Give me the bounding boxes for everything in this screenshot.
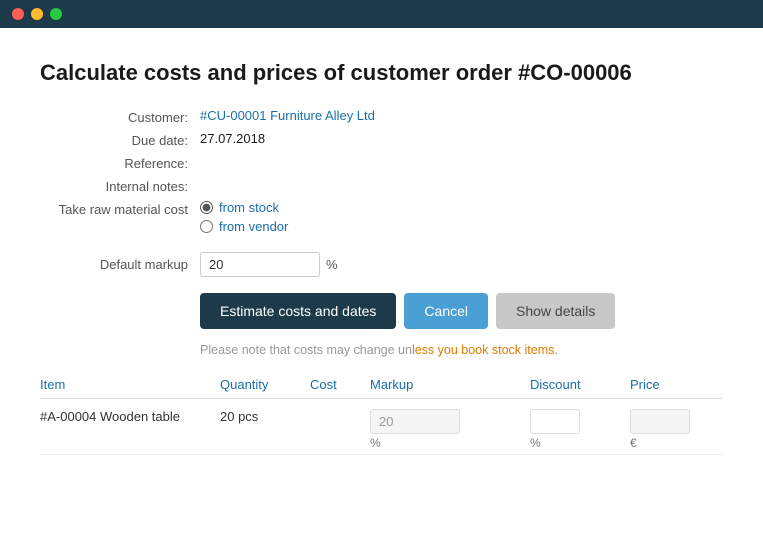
radio-stock-input[interactable]: [200, 201, 213, 214]
due-date-label: Due date:: [40, 131, 200, 148]
reference-label: Reference:: [40, 154, 200, 171]
main-content: Calculate costs and prices of customer o…: [0, 28, 763, 548]
item-price-col: €: [630, 409, 710, 450]
cancel-button[interactable]: Cancel: [404, 293, 488, 329]
notice-text: Please note that costs may change unless…: [200, 343, 723, 357]
titlebar: [0, 0, 763, 28]
item-price-unit: €: [630, 436, 710, 450]
customer-label: Customer:: [40, 108, 200, 125]
customer-row: Customer: #CU-00001 Furniture Alley Ltd: [40, 108, 723, 125]
radio-stock-label: from stock: [219, 200, 279, 215]
minimize-button[interactable]: [31, 8, 43, 20]
internal-notes-row: Internal notes:: [40, 177, 723, 194]
table-header: Item Quantity Cost Markup Discount Price: [40, 377, 723, 399]
markup-label: Default markup: [40, 257, 200, 272]
radio-group: from stock from vendor: [200, 200, 288, 234]
due-date-row: Due date: 27.07.2018: [40, 131, 723, 148]
col-cost-header: Cost: [310, 377, 370, 392]
markup-row: Default markup %: [40, 252, 723, 277]
estimate-button[interactable]: Estimate costs and dates: [200, 293, 396, 329]
maximize-button[interactable]: [50, 8, 62, 20]
reference-row: Reference:: [40, 154, 723, 171]
item-discount-input[interactable]: [530, 409, 580, 434]
internal-notes-label: Internal notes:: [40, 177, 200, 194]
markup-input[interactable]: [200, 252, 320, 277]
item-discount-unit: %: [530, 436, 630, 450]
radio-vendor-input[interactable]: [200, 220, 213, 233]
item-name: #A-00004 Wooden table: [40, 409, 220, 424]
show-details-button[interactable]: Show details: [496, 293, 615, 329]
due-date-value: 27.07.2018: [200, 131, 265, 146]
col-discount-header: Discount: [530, 377, 630, 392]
item-price-input[interactable]: [630, 409, 690, 434]
col-qty-header: Quantity: [220, 377, 310, 392]
col-item-header: Item: [40, 377, 220, 392]
raw-material-row: Take raw material cost from stock from v…: [40, 200, 723, 234]
notice-highlight: less you book stock items.: [412, 343, 558, 357]
page-title: Calculate costs and prices of customer o…: [40, 60, 723, 86]
raw-material-label: Take raw material cost: [40, 200, 200, 217]
item-quantity: 20 pcs: [220, 409, 310, 424]
item-discount-col: %: [530, 409, 630, 450]
radio-from-vendor[interactable]: from vendor: [200, 219, 288, 234]
table-section: Item Quantity Cost Markup Discount Price…: [40, 377, 723, 455]
markup-unit: %: [326, 257, 338, 272]
radio-vendor-label: from vendor: [219, 219, 288, 234]
form-section: Customer: #CU-00001 Furniture Alley Ltd …: [40, 108, 723, 234]
radio-from-stock[interactable]: from stock: [200, 200, 288, 215]
customer-value[interactable]: #CU-00001 Furniture Alley Ltd: [200, 108, 375, 123]
item-markup-unit: %: [370, 436, 530, 450]
item-markup-input[interactable]: [370, 409, 460, 434]
close-button[interactable]: [12, 8, 24, 20]
item-markup-col: %: [370, 409, 530, 450]
button-row: Estimate costs and dates Cancel Show det…: [200, 293, 723, 329]
table-row: #A-00004 Wooden table 20 pcs % % €: [40, 399, 723, 455]
col-markup-header: Markup: [370, 377, 530, 392]
col-price-header: Price: [630, 377, 710, 392]
